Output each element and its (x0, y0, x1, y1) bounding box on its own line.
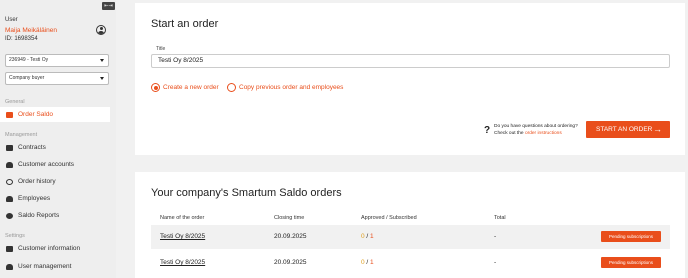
approved-subscribed: 0 / 1 (361, 233, 374, 240)
create-new-order-label[interactable]: Create a new order (163, 84, 219, 91)
title-input[interactable]: Testi Oy 8/2025 (151, 54, 670, 68)
user-avatar-icon[interactable] (96, 25, 106, 35)
company-select-value: 236949 - Testi Oy (9, 57, 49, 63)
copy-previous-order-radio[interactable] (227, 83, 236, 92)
sidebar-item-label: Order history (18, 178, 56, 185)
sidebar-item-label: Customer accounts (18, 161, 74, 168)
handshake-icon (6, 144, 13, 151)
chevron-down-icon (100, 77, 104, 80)
sidebar-item-user-management[interactable]: User management (0, 259, 110, 274)
order-name-link[interactable]: Testi Oy 8/2025 (160, 233, 205, 240)
status-badge[interactable]: Pending subscriptions (601, 257, 661, 268)
orders-heading: Your company's Smartum Saldo orders (151, 187, 342, 199)
sidebar: ⇤⇥ User Maija Meikäläinen ID: 1698354 23… (0, 0, 116, 278)
approved-subscribed: 0 / 1 (361, 259, 374, 266)
column-header-closing: Closing time (274, 215, 305, 221)
sidebar-item-label: Employees (18, 195, 51, 202)
sidebar-item-contracts[interactable]: Contracts (0, 140, 110, 155)
copy-previous-order-label[interactable]: Copy previous order and employees (239, 84, 343, 91)
user-name: Maija Meikäläinen (5, 27, 58, 34)
role-select[interactable]: Company buyer (5, 72, 109, 85)
sidebar-item-employees[interactable]: Employees (0, 191, 110, 206)
subscribed-count: 1 (370, 233, 374, 240)
start-order-button-label: START AN ORDER (596, 126, 653, 133)
pie-chart-icon (6, 212, 13, 219)
section-label-general: General (5, 99, 25, 105)
help-prefix: Check out the (494, 130, 524, 136)
sidebar-item-order-saldo[interactable]: Order Saldo (0, 107, 110, 122)
column-header-total: Total (494, 215, 506, 221)
table-row[interactable]: Testi Oy 8/2025 20.09.2025 0 / 1 - Pendi… (151, 225, 670, 249)
role-select-value: Company buyer (9, 75, 45, 81)
user-label: User (5, 17, 18, 23)
table-row[interactable]: Testi Oy 8/2025 20.09.2025 0 / 1 - Pendi… (151, 251, 670, 275)
section-label-settings: Settings (5, 233, 25, 239)
start-order-card: Start an order Title Testi Oy 8/2025 Cre… (135, 3, 685, 155)
help-text: Do you have questions about ordering? Ch… (494, 124, 578, 137)
total-value: - (494, 259, 497, 266)
sidebar-item-saldo-reports[interactable]: Saldo Reports (0, 208, 110, 223)
title-field-label: Title (156, 46, 166, 52)
start-order-heading: Start an order (151, 18, 219, 30)
status-badge[interactable]: Pending subscriptions (601, 231, 661, 242)
closing-time: 20.09.2025 (274, 259, 307, 266)
orders-card: Your company's Smartum Saldo orders Name… (135, 172, 685, 278)
sidebar-item-label: Order Saldo (18, 111, 54, 118)
accounts-icon (6, 161, 13, 168)
sidebar-item-order-history[interactable]: Order history (0, 174, 110, 189)
sidebar-item-label: Contracts (18, 144, 46, 151)
create-new-order-radio[interactable] (151, 83, 160, 92)
closing-time: 20.09.2025 (274, 233, 307, 240)
question-mark-icon: ? (484, 125, 491, 136)
users-icon (6, 263, 13, 270)
subscribed-count: 1 (370, 259, 374, 266)
company-select[interactable]: 236949 - Testi Oy (5, 54, 109, 67)
column-header-approved: Approved / Subscribed (361, 215, 417, 221)
employees-icon (6, 195, 13, 202)
start-order-button[interactable]: START AN ORDER → (586, 121, 670, 138)
chevron-down-icon (100, 59, 104, 62)
order-name-link[interactable]: Testi Oy 8/2025 (160, 259, 205, 266)
user-id: ID: 1698354 (5, 36, 38, 42)
sidebar-item-customer-information[interactable]: Customer information (0, 241, 110, 256)
total-value: - (494, 233, 497, 240)
sidebar-item-label: User management (18, 263, 72, 270)
order-instructions-link[interactable]: order instructions (525, 131, 562, 136)
sidebar-item-label: Saldo Reports (18, 212, 60, 219)
help-link-line: Check out the order instructions (494, 131, 578, 138)
section-label-management: Management (5, 132, 38, 138)
column-header-name: Name of the order (160, 215, 205, 221)
collapse-sidebar-icon[interactable]: ⇤⇥ (102, 2, 115, 10)
sidebar-item-label: Customer information (18, 245, 81, 252)
history-icon (6, 178, 13, 185)
sidebar-item-customer-accounts[interactable]: Customer accounts (0, 157, 110, 172)
wallet-icon (6, 111, 13, 118)
arrow-right-icon: → (653, 124, 662, 134)
gear-icon (6, 245, 13, 252)
